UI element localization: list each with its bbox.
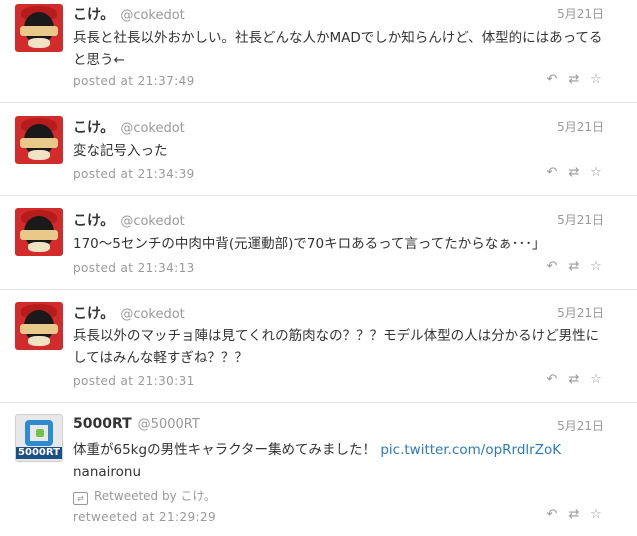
user-name[interactable]: こけ。 [73, 306, 114, 322]
avatar[interactable] [15, 4, 63, 52]
user-name-row: 5000RT @5000RT [73, 416, 200, 432]
tweet-actions: ↶ ⇄ ☆ [541, 372, 607, 387]
tweet-date[interactable]: 5月21日 [557, 211, 604, 228]
user-handle[interactable]: @cokedot [120, 121, 184, 136]
tweet-date[interactable]: 5月21日 [557, 417, 604, 434]
user-name-row: こけ。 @cokedot [73, 210, 185, 230]
tweet-actions: ↶ ⇄ ☆ [541, 507, 607, 522]
reply-icon[interactable]: ↶ [541, 259, 563, 274]
timeline: こけ。 @cokedot 5月21日 兵長と社長以外おかしい。社長どんな人かMAD… [0, 0, 637, 536]
posted-time: posted at 21:30:31 [73, 374, 195, 388]
tweet: こけ。 @cokedot 5月21日 変な記号入った posted at 21:3… [0, 103, 637, 196]
tweet-date[interactable]: 5月21日 [557, 118, 604, 135]
tweet: こけ。 @cokedot 5月21日 170～5センチの中肉中背(元運動部)で70… [0, 196, 637, 290]
tweet-text-tail: nanaironu [73, 464, 142, 480]
retweet-icon[interactable]: ⇄ [563, 507, 585, 522]
tweet-text: 兵長以外のマッチョ陣は見てくれの筋肉なの？？？モデル体型の人は分かるけど男性にし… [73, 328, 600, 366]
tweet-actions: ↶ ⇄ ☆ [541, 259, 607, 274]
avatar-label: 5000RT [16, 447, 62, 459]
tweet: こけ。 @cokedot 5月21日 兵長以外のマッチョ陣は見てくれの筋肉なの？？… [0, 290, 637, 403]
posted-time: posted at 21:37:49 [73, 74, 195, 88]
user-handle[interactable]: @cokedot [120, 214, 184, 229]
tweet-date[interactable]: 5月21日 [557, 5, 604, 22]
retweeted-by-row: ⇄ Retweeted by こけ。 [73, 487, 216, 505]
avatar[interactable] [15, 208, 63, 256]
reply-icon[interactable]: ↶ [541, 507, 563, 522]
retweet-icon[interactable]: ⇄ [563, 372, 585, 387]
user-handle[interactable]: @cokedot [120, 307, 184, 322]
tweet-link[interactable]: pic.twitter.com/opRrdlrZoK [380, 442, 561, 458]
user-name-row: こけ。 @cokedot [73, 4, 185, 24]
avatar[interactable] [15, 116, 63, 164]
favorite-icon[interactable]: ☆ [585, 507, 607, 522]
tweet-date[interactable]: 5月21日 [557, 304, 604, 321]
posted-time: posted at 21:34:13 [73, 261, 195, 275]
tweet-text: 兵長と社長以外おかしい。社長どんな人かMADでしか知らんけど、体型的にはあってる… [73, 30, 603, 68]
favorite-icon[interactable]: ☆ [585, 72, 607, 87]
avatar[interactable]: 5000RT [15, 414, 63, 462]
user-name[interactable]: こけ。 [73, 213, 114, 229]
tweet: こけ。 @cokedot 5月21日 兵長と社長以外おかしい。社長どんな人かMAD… [0, 0, 637, 103]
retweet-icon: ⇄ [73, 492, 88, 505]
retweet-icon[interactable]: ⇄ [563, 259, 585, 274]
favorite-icon[interactable]: ☆ [585, 259, 607, 274]
tweet: 5000RT 5000RT @5000RT 5月21日 体重が65kgの男性キャラ… [0, 403, 637, 536]
reply-icon[interactable]: ↶ [541, 72, 563, 87]
user-name[interactable]: 5000RT [73, 416, 132, 432]
reply-icon[interactable]: ↶ [541, 372, 563, 387]
user-handle[interactable]: @5000RT [138, 417, 200, 432]
favorite-icon[interactable]: ☆ [585, 372, 607, 387]
user-name[interactable]: こけ。 [73, 7, 114, 23]
retweeted-time: retweeted at 21:29:29 [73, 510, 217, 524]
tweet-text: 体重が65kgの男性キャラクター集めてみました！ [73, 442, 381, 458]
avatar[interactable] [15, 302, 63, 350]
favorite-icon[interactable]: ☆ [585, 165, 607, 180]
user-name-row: こけ。 @cokedot [73, 117, 185, 137]
user-name[interactable]: こけ。 [73, 120, 114, 136]
tweet-actions: ↶ ⇄ ☆ [541, 165, 607, 180]
posted-time: posted at 21:34:39 [73, 167, 195, 181]
tweet-text: 変な記号入った [73, 143, 168, 159]
retweeted-by[interactable]: Retweeted by こけ。 [94, 489, 216, 503]
user-handle[interactable]: @cokedot [120, 8, 184, 23]
user-name-row: こけ。 @cokedot [73, 303, 185, 323]
tweet-actions: ↶ ⇄ ☆ [541, 72, 607, 87]
tweet-text-container: 体重が65kgの男性キャラクター集めてみました！ pic.twitter.com… [73, 439, 603, 483]
retweet-icon[interactable]: ⇄ [563, 165, 585, 180]
tweet-text: 170～5センチの中肉中背(元運動部)で70キロあるって言ってたからなぁ･･･」 [73, 236, 546, 252]
reply-icon[interactable]: ↶ [541, 165, 563, 180]
retweet-icon[interactable]: ⇄ [563, 72, 585, 87]
